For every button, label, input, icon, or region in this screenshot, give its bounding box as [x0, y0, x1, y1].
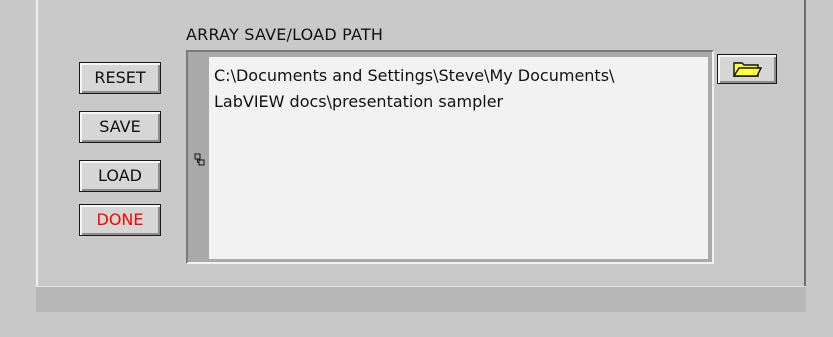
browse-button[interactable]	[717, 54, 777, 84]
load-button[interactable]: LOAD	[79, 160, 161, 192]
save-button[interactable]: SAVE	[79, 111, 161, 143]
reset-button[interactable]: RESET	[79, 62, 161, 94]
open-folder-icon	[732, 62, 762, 77]
done-button[interactable]: DONE	[79, 204, 161, 236]
panel-ledge	[36, 286, 806, 312]
path-input[interactable]: C:\Documents and Settings\Steve\My Docum…	[209, 57, 708, 259]
tree-connector-icon	[194, 153, 205, 166]
path-label: ARRAY SAVE/LOAD PATH	[186, 25, 384, 44]
